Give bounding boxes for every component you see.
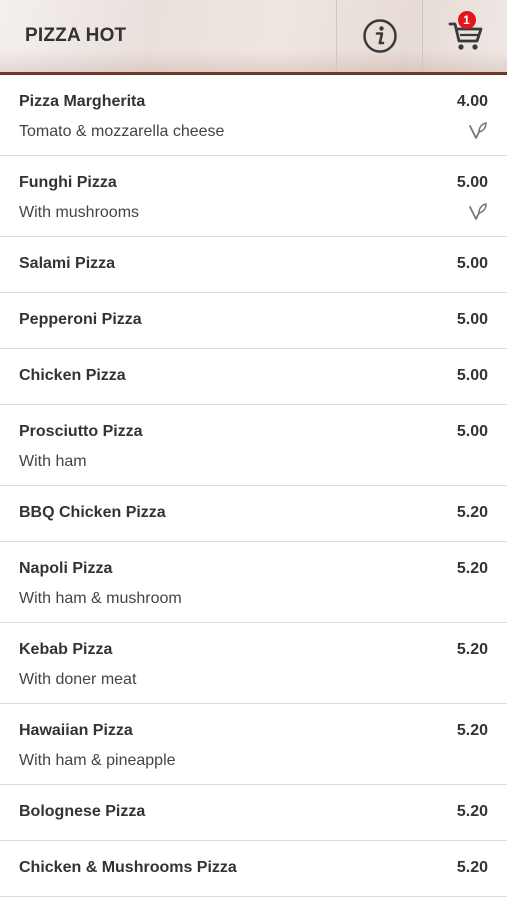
vegetarian-icon [469, 122, 487, 139]
item-name: Prosciutto Pizza [19, 423, 143, 440]
item-name: Pepperoni Pizza [19, 311, 142, 328]
item-name: Pizza Margherita [19, 93, 146, 110]
info-icon [362, 19, 397, 53]
menu-item[interactable]: Funghi Pizza 5.00 With mushrooms [0, 156, 507, 237]
info-button[interactable] [336, 0, 422, 72]
app: PIZZA HOT 1 Pizza Margherita 4.00 Tomato &… [0, 0, 507, 900]
item-name: Napoli Pizza [19, 560, 113, 577]
menu-item[interactable]: Kebab Pizza 5.20 With doner meat [0, 623, 507, 704]
item-name: Chicken & Mushrooms Pizza [19, 859, 237, 876]
app-title: PIZZA HOT [25, 25, 127, 46]
item-name: Bolognese Pizza [19, 803, 146, 820]
menu-item[interactable]: Salami Pizza 5.00 [0, 237, 507, 293]
item-name: Funghi Pizza [19, 174, 117, 191]
item-price: 5.00 [456, 174, 488, 191]
item-name: Salami Pizza [19, 255, 116, 272]
item-price: 5.20 [456, 641, 488, 658]
item-price: 5.00 [456, 311, 488, 328]
item-price: 4.00 [456, 93, 488, 110]
menu-item[interactable]: Chicken Pizza 5.00 [0, 349, 507, 405]
item-name: Kebab Pizza [19, 641, 113, 658]
cart-button[interactable]: 1 [422, 0, 507, 72]
item-description: With mushrooms [19, 204, 140, 221]
item-price: 5.20 [456, 560, 488, 577]
header-bar: PIZZA HOT 1 [0, 0, 507, 75]
item-price: 5.00 [456, 423, 488, 440]
menu-item[interactable]: BBQ Chicken Pizza 5.20 [0, 486, 507, 542]
menu-item[interactable]: Bolognese Pizza 5.20 [0, 785, 507, 841]
item-description: With ham [19, 453, 87, 470]
menu-item[interactable]: Prosciutto Pizza 5.00 With ham [0, 405, 507, 486]
item-description: Tomato & mozzarella cheese [19, 123, 225, 140]
cart-icon-wrap: 1 [448, 11, 484, 53]
item-price: 5.00 [456, 255, 488, 272]
item-price: 5.20 [456, 504, 488, 521]
item-description: With doner meat [19, 671, 137, 688]
item-name: Hawaiian Pizza [19, 722, 133, 739]
item-price: 5.20 [456, 722, 488, 739]
menu-item[interactable]: Chicken & Mushrooms Pizza 5.20 [0, 841, 507, 897]
menu-item[interactable]: Napoli Pizza 5.20 With ham & mushroom [0, 542, 507, 623]
item-name: BBQ Chicken Pizza [19, 504, 166, 521]
item-price: 5.20 [456, 859, 488, 876]
item-name: Chicken Pizza [19, 367, 126, 384]
cart-count-badge: 1 [457, 11, 476, 29]
menu-item[interactable]: Hawaiian Pizza 5.20 With ham & pineapple [0, 704, 507, 785]
vegetarian-icon [469, 203, 487, 220]
menu-item[interactable]: Pepperoni Pizza 5.00 [0, 293, 507, 349]
item-price: 5.00 [456, 367, 488, 384]
menu-list: Pizza Margherita 4.00 Tomato & mozzarella … [0, 75, 507, 897]
item-description: With ham & mushroom [19, 590, 182, 607]
menu-item[interactable]: Pizza Margherita 4.00 Tomato & mozzarella … [0, 75, 507, 156]
item-description: With ham & pineapple [19, 752, 176, 769]
item-price: 5.20 [456, 803, 488, 820]
